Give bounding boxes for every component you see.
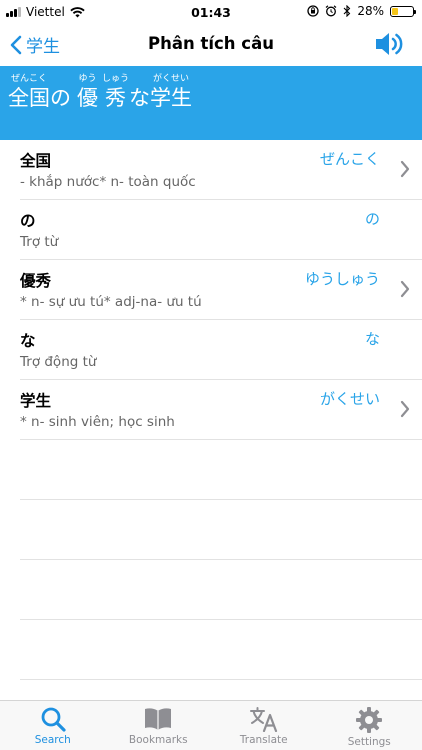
status-icons: 28% [307, 4, 416, 18]
empty-row [20, 440, 422, 500]
alarm-icon [325, 5, 337, 17]
sentence-banner: ぜんこく 全国 の ゆう 優 しゅう 秀 な がくせい 学生 [0, 66, 422, 140]
sentence-segment: ゆう 優 [77, 73, 98, 111]
empty-row [20, 620, 422, 680]
word-row: の の Trợ từ [20, 200, 422, 260]
word-term: の [20, 212, 36, 230]
word-list: 全国 ぜんこく - khắp nước* n- toàn quốc の の Tr… [0, 140, 422, 680]
furigana: しゅう [102, 74, 130, 84]
word-row: な な Trợ động từ [20, 320, 422, 380]
word-meaning: * n- sự ưu tú* adj-na- ưu tú [20, 294, 202, 310]
word-term: 優秀 [20, 272, 52, 290]
page-title: Phân tích câu [148, 34, 274, 53]
sentence-segment: な [129, 73, 150, 111]
book-icon [145, 708, 172, 730]
segment-text: 学生 [150, 86, 193, 110]
chevron-right-icon [400, 400, 410, 418]
word-meaning: - khắp nước* n- toàn quốc [20, 174, 196, 190]
bluetooth-icon [343, 5, 351, 17]
gear-icon [356, 707, 383, 733]
segment-text: 優 [77, 86, 98, 110]
word-meaning: Trợ từ [20, 234, 59, 250]
tab-label: Translate [239, 734, 288, 746]
tab-label: Bookmarks [128, 734, 188, 746]
word-reading: ゆうしゅう [304, 270, 380, 288]
tab-label: Settings [347, 736, 391, 748]
sentence-segment: の [50, 73, 71, 111]
furigana: ぜんこく [10, 74, 47, 84]
tab-translate[interactable]: Translate [211, 701, 317, 750]
translate-icon [249, 707, 277, 732]
rotation-lock-icon [307, 5, 319, 17]
word-term: 学生 [20, 392, 52, 410]
tab-search[interactable]: Search [0, 701, 106, 750]
search-icon [41, 707, 66, 732]
empty-row [20, 500, 422, 560]
chevron-right-icon [400, 280, 410, 298]
chevron-right-icon [400, 160, 410, 178]
word-meaning: Trợ động từ [20, 354, 97, 370]
status-bar: Viettel 01:43 28% [0, 0, 422, 24]
tab-bookmarks[interactable]: Bookmarks [106, 701, 212, 750]
battery-icon [390, 5, 416, 17]
word-reading: がくせい [319, 390, 380, 408]
tab-label: Search [34, 734, 71, 746]
word-row[interactable]: 全国 ぜんこく - khắp nước* n- toàn quốc [20, 140, 422, 200]
segment-text: 全国 [8, 86, 50, 110]
furigana: ゆう [78, 74, 97, 84]
empty-row [20, 560, 422, 620]
segment-text: 秀 [105, 86, 126, 110]
word-reading: ぜんこく [319, 150, 380, 168]
sentence-segment: がくせい 学生 [150, 73, 192, 111]
furigana: がくせい [153, 74, 190, 84]
sentence-segment: しゅう 秀 [102, 73, 129, 111]
word-row[interactable]: 優秀 ゆうしゅう * n- sự ưu tú* adj-na- ưu tú [20, 260, 422, 320]
tab-bar: Search Bookmarks Translate Settings [0, 700, 422, 750]
word-row[interactable]: 学生 がくせい * n- sinh viên; học sinh [20, 380, 422, 440]
sentence-text: ぜんこく 全国 の ゆう 優 しゅう 秀 な がくせい 学生 [8, 73, 192, 111]
speaker-icon [376, 33, 403, 55]
tab-settings[interactable]: Settings [317, 701, 422, 750]
battery-level [392, 7, 398, 15]
segment-text: な [129, 86, 151, 110]
word-reading: な [364, 330, 380, 348]
navigation-bar: 学生 Phân tích câu [0, 24, 422, 66]
segment-text: の [50, 86, 71, 110]
word-reading: の [364, 210, 380, 228]
word-term: 全国 [20, 152, 52, 170]
word-term: な [20, 332, 36, 350]
speaker-button[interactable] [374, 30, 404, 62]
sentence-segment: ぜんこく 全国 [8, 73, 50, 111]
word-meaning: * n- sinh viên; học sinh [20, 414, 175, 430]
battery-percent: 28% [357, 4, 384, 18]
